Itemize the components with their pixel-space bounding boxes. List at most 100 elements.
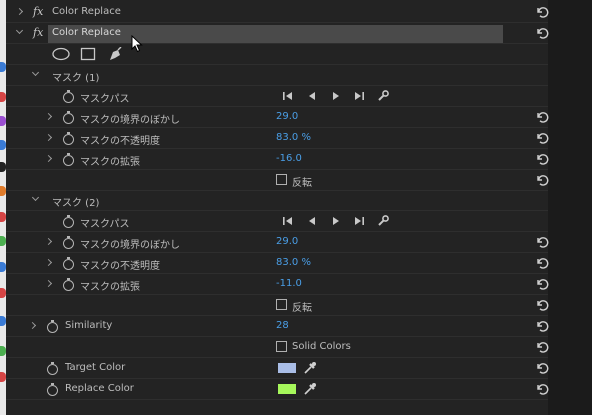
mask1-expansion-row: マスクの拡張 -16.0 (6, 149, 549, 170)
timeline-area (548, 0, 592, 415)
track-back-one-icon[interactable] (282, 90, 294, 102)
mask2-header[interactable]: マスク (2) (6, 190, 548, 211)
stopwatch-icon[interactable] (63, 132, 74, 145)
mask1-opacity-value[interactable]: 83.0 % (276, 132, 311, 143)
solid-colors-row: Solid Colors (6, 337, 549, 358)
mouse-cursor-icon (131, 34, 143, 56)
eyedropper-icon[interactable] (303, 382, 317, 396)
stopwatch-icon[interactable] (63, 153, 74, 166)
similarity-value[interactable]: 28 (276, 320, 289, 331)
stopwatch-icon[interactable] (47, 362, 58, 375)
chevron-right-icon[interactable] (44, 237, 54, 247)
reset-icon[interactable] (535, 110, 549, 124)
reset-icon[interactable] (535, 173, 549, 187)
mask1-expansion-label: マスクの拡張 (80, 157, 140, 168)
mask1-invert-checkbox[interactable] (276, 174, 287, 185)
reset-icon[interactable] (535, 361, 549, 375)
track-forward-frame-icon[interactable] (330, 90, 342, 102)
mask2-path-row: マスクパス (6, 211, 548, 232)
reset-icon[interactable] (535, 382, 549, 396)
target-color-row: Target Color (6, 358, 549, 379)
mask1-title: マスク (1) (52, 73, 100, 84)
replace-color-swatch[interactable] (278, 384, 296, 394)
effect-row-expanded[interactable]: fx Color Replace (6, 23, 549, 44)
chevron-right-icon[interactable] (44, 258, 54, 268)
mask1-feather-row: マスクの境界のぼかし 29.0 (6, 107, 549, 128)
eyedropper-icon[interactable] (303, 361, 317, 375)
target-color-label: Target Color (65, 362, 126, 373)
mask2-invert-checkbox[interactable] (276, 299, 287, 310)
mask1-opacity-row: マスクの不透明度 83.0 % (6, 128, 549, 149)
stopwatch-icon[interactable] (63, 236, 74, 249)
chevron-down-icon[interactable] (15, 28, 25, 38)
reset-icon[interactable] (535, 298, 549, 312)
stopwatch-icon[interactable] (63, 90, 74, 103)
solid-colors-label: Solid Colors (292, 341, 351, 352)
mask2-opacity-label: マスクの不透明度 (80, 261, 160, 272)
mask1-opacity-label: マスクの不透明度 (80, 136, 160, 147)
chevron-down-icon[interactable] (31, 70, 41, 80)
chevron-right-icon[interactable] (15, 7, 25, 17)
stopwatch-icon[interactable] (63, 215, 74, 228)
reset-icon[interactable] (535, 340, 549, 354)
mask2-invert-label: 反転 (292, 303, 312, 314)
mask1-invert-label: 反転 (292, 178, 312, 189)
mask1-path-row: マスクパス (6, 86, 548, 107)
ellipse-mask-icon[interactable] (52, 47, 70, 64)
solid-colors-checkbox[interactable] (276, 341, 287, 352)
replace-color-row: Replace Color (6, 379, 549, 400)
stopwatch-icon[interactable] (47, 320, 58, 333)
reset-icon[interactable] (535, 131, 549, 145)
stopwatch-icon[interactable] (63, 278, 74, 291)
track-settings-icon[interactable] (377, 215, 389, 227)
track-forward-frame-icon[interactable] (330, 215, 342, 227)
chevron-right-icon[interactable] (44, 279, 54, 289)
reset-icon[interactable] (535, 152, 549, 166)
stopwatch-icon[interactable] (63, 257, 74, 270)
reset-icon[interactable] (535, 235, 549, 249)
track-forward-one-icon[interactable] (353, 90, 365, 102)
mask1-expansion-value[interactable]: -16.0 (276, 153, 302, 164)
chevron-right-icon[interactable] (44, 133, 54, 143)
mask2-opacity-value[interactable]: 83.0 % (276, 257, 311, 268)
mask2-opacity-row: マスクの不透明度 83.0 % (6, 253, 549, 274)
rectangle-mask-icon[interactable] (80, 47, 96, 64)
chevron-down-icon[interactable] (31, 195, 41, 205)
fx-toggle-icon[interactable]: fx (33, 26, 43, 39)
effect-row-collapsed[interactable]: fx Color Replace (6, 2, 549, 23)
mask-tools-row (6, 44, 548, 65)
similarity-row: Similarity 28 (6, 316, 549, 337)
mask1-feather-label: マスクの境界のぼかし (80, 115, 180, 126)
reset-icon[interactable] (535, 256, 549, 270)
track-back-one-icon[interactable] (282, 215, 294, 227)
mask1-invert-row: 反転 (6, 170, 549, 191)
reset-icon[interactable] (535, 319, 549, 333)
replace-color-label: Replace Color (65, 383, 134, 394)
mask2-expansion-value[interactable]: -11.0 (276, 278, 302, 289)
stopwatch-icon[interactable] (63, 111, 74, 124)
effect-name: Color Replace (52, 27, 121, 38)
track-settings-icon[interactable] (377, 90, 389, 102)
chevron-right-icon[interactable] (44, 112, 54, 122)
chevron-right-icon[interactable] (28, 321, 38, 331)
mask2-path-label: マスクパス (80, 219, 130, 230)
effect-name: Color Replace (52, 6, 121, 17)
pen-mask-icon[interactable] (107, 46, 123, 66)
mask2-expansion-label: マスクの拡張 (80, 282, 140, 293)
target-color-swatch[interactable] (278, 363, 296, 373)
chevron-right-icon[interactable] (44, 154, 54, 164)
mask1-feather-value[interactable]: 29.0 (276, 111, 298, 122)
similarity-label: Similarity (65, 320, 113, 331)
stopwatch-icon[interactable] (47, 383, 58, 396)
track-back-frame-icon[interactable] (306, 90, 318, 102)
mask2-feather-value[interactable]: 29.0 (276, 236, 298, 247)
mask1-header[interactable]: マスク (1) (6, 65, 548, 86)
reset-icon[interactable] (535, 26, 549, 40)
reset-icon[interactable] (535, 5, 549, 19)
mask2-feather-label: マスクの境界のぼかし (80, 240, 180, 251)
reset-icon[interactable] (535, 277, 549, 291)
mask2-invert-row: 反転 (6, 295, 549, 316)
track-back-frame-icon[interactable] (306, 215, 318, 227)
track-forward-one-icon[interactable] (353, 215, 365, 227)
fx-toggle-icon[interactable]: fx (33, 5, 43, 18)
